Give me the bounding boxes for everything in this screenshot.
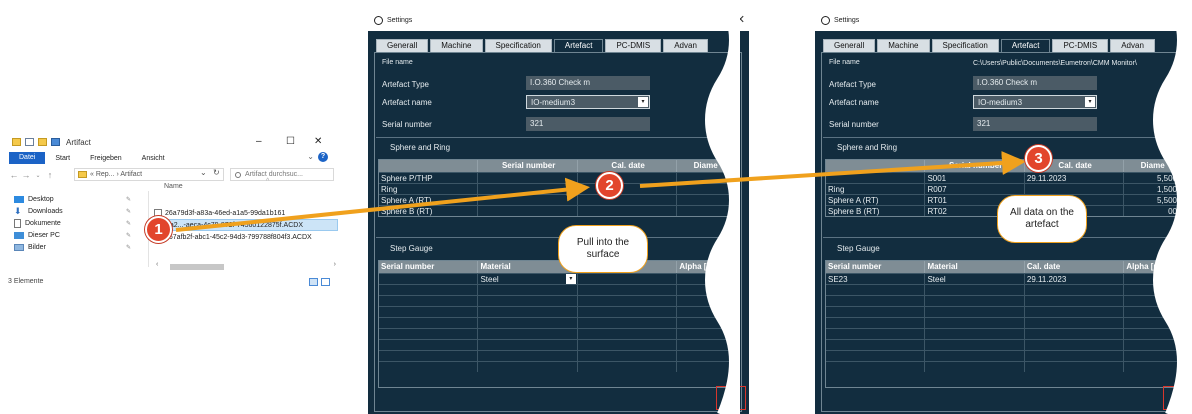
step-3-badge: 3 — [1025, 145, 1052, 172]
drag-arrow-2 — [639, 151, 1026, 188]
pull-into-surface-note: Pull into the surface — [558, 225, 648, 273]
step-1-badge: 1 — [145, 216, 172, 243]
drag-arrow-1 — [175, 177, 590, 232]
step-2-badge: 2 — [596, 172, 623, 199]
all-data-note: All data on the artefact — [997, 195, 1087, 243]
